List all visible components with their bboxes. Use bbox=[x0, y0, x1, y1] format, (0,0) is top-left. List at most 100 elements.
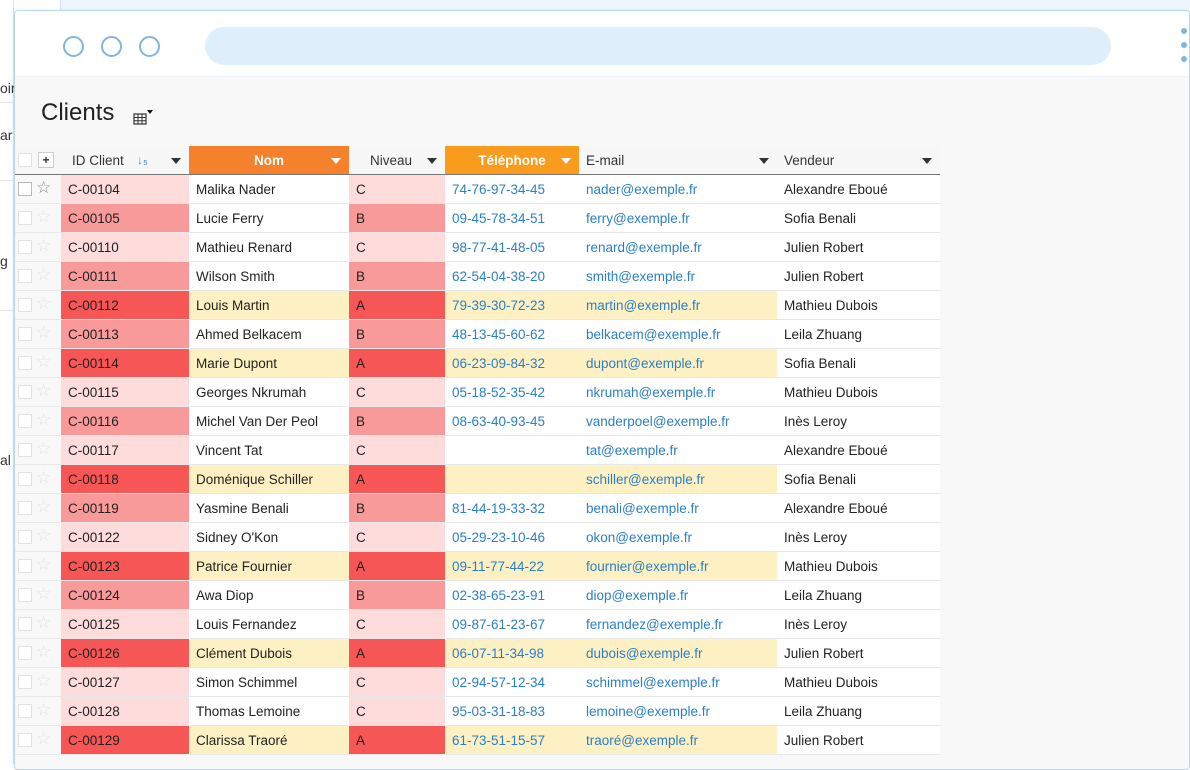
column-header-vendeur[interactable]: Vendeur bbox=[777, 146, 940, 175]
star-icon[interactable]: ☆ bbox=[36, 439, 51, 459]
cell-email[interactable]: dubois@exemple.fr bbox=[579, 639, 777, 668]
star-icon[interactable]: ☆ bbox=[36, 381, 51, 401]
window-close-button[interactable] bbox=[63, 36, 84, 57]
cell-telephone[interactable]: 09-11-77-44-22 bbox=[445, 552, 579, 581]
table-row[interactable]: ☆ C-00111 Wilson Smith B 62-54-04-38-20 smith… bbox=[15, 262, 955, 291]
star-icon[interactable]: ☆ bbox=[36, 700, 51, 720]
row-checkbox[interactable] bbox=[18, 269, 32, 283]
row-checkbox[interactable] bbox=[18, 472, 32, 486]
star-icon[interactable]: ☆ bbox=[36, 729, 51, 749]
cell-telephone[interactable]: 79-39-30-72-23 bbox=[445, 291, 579, 320]
cell-email[interactable]: lemoine@exemple.fr bbox=[579, 697, 777, 726]
add-row-button[interactable]: + bbox=[38, 152, 54, 168]
star-icon[interactable]: ☆ bbox=[36, 671, 51, 691]
sort-ascending-icon[interactable]: ↓₅ bbox=[137, 146, 148, 175]
table-row[interactable]: ☆ C-00114 Marie Dupont A 06-23-09-84-32 dupon… bbox=[15, 349, 955, 378]
cell-telephone[interactable]: 95-03-31-18-83 bbox=[445, 697, 579, 726]
cell-telephone[interactable]: 06-07-11-34-98 bbox=[445, 639, 579, 668]
column-header-niveau[interactable]: Niveau bbox=[349, 146, 445, 175]
row-checkbox[interactable] bbox=[18, 704, 32, 718]
table-row[interactable]: ☆ C-00123 Patrice Fournier A 09-11-77-44-22 f… bbox=[15, 552, 955, 581]
table-row[interactable]: ☆ C-00110 Mathieu Renard C 98-77-41-48-05 ren… bbox=[15, 233, 955, 262]
table-view-icon[interactable] bbox=[133, 109, 153, 125]
cell-email[interactable]: schiller@exemple.fr bbox=[579, 465, 777, 494]
star-icon[interactable]: ☆ bbox=[36, 526, 51, 546]
table-row[interactable]: ☆ C-00122 Sidney O'Kon C 05-29-23-10-46 okon@… bbox=[15, 523, 955, 552]
cell-email[interactable]: tat@exemple.fr bbox=[579, 436, 777, 465]
table-row[interactable]: ☆ C-00116 Michel Van Der Peol B 08-63-40-93-… bbox=[15, 407, 955, 436]
cell-email[interactable]: traoré@exemple.fr bbox=[579, 726, 777, 755]
star-icon[interactable]: ☆ bbox=[36, 497, 51, 517]
table-row[interactable]: ☆ C-00129 Clarissa Traoré A 61-73-51-15-57 tr… bbox=[15, 726, 955, 755]
cell-email[interactable]: nkrumah@exemple.fr bbox=[579, 378, 777, 407]
row-checkbox[interactable] bbox=[18, 414, 32, 428]
cell-telephone[interactable] bbox=[445, 465, 579, 494]
row-checkbox[interactable] bbox=[18, 385, 32, 399]
select-all-checkbox[interactable] bbox=[18, 153, 32, 167]
cell-telephone[interactable]: 02-38-65-23-91 bbox=[445, 581, 579, 610]
cell-email[interactable]: martin@exemple.fr bbox=[579, 291, 777, 320]
row-checkbox[interactable] bbox=[18, 733, 32, 747]
table-row[interactable]: ☆ C-00115 Georges Nkrumah C 05-18-52-35-42 nk… bbox=[15, 378, 955, 407]
star-icon[interactable]: ☆ bbox=[36, 178, 51, 198]
cell-email[interactable]: fournier@exemple.fr bbox=[579, 552, 777, 581]
cell-telephone[interactable]: 48-13-45-60-62 bbox=[445, 320, 579, 349]
cell-telephone[interactable] bbox=[445, 436, 579, 465]
table-row[interactable]: ☆ C-00125 Louis Fernandez C 09-87-61-23-67 fe… bbox=[15, 610, 955, 639]
table-row[interactable]: ☆ C-00104 Malika Nader C 74-76-97-34-45 nader… bbox=[15, 175, 955, 204]
row-checkbox[interactable] bbox=[18, 356, 32, 370]
table-row[interactable]: ☆ C-00124 Awa Diop B 02-38-65-23-91 diop@exem… bbox=[15, 581, 955, 610]
cell-telephone[interactable]: 61-73-51-15-57 bbox=[445, 726, 579, 755]
cell-email[interactable]: smith@exemple.fr bbox=[579, 262, 777, 291]
table-row[interactable]: ☆ C-00127 Simon Schimmel C 02-94-57-12-34 sch… bbox=[15, 668, 955, 697]
chevron-down-icon[interactable] bbox=[561, 158, 571, 164]
table-row[interactable]: ☆ C-00112 Louis Martin A 79-39-30-72-23 marti… bbox=[15, 291, 955, 320]
chevron-down-icon[interactable] bbox=[331, 158, 341, 164]
row-checkbox[interactable] bbox=[18, 646, 32, 660]
chevron-down-icon[interactable] bbox=[922, 158, 932, 164]
row-checkbox[interactable] bbox=[18, 327, 32, 341]
star-icon[interactable]: ☆ bbox=[36, 642, 51, 662]
cell-email[interactable]: fernandez@exemple.fr bbox=[579, 610, 777, 639]
row-checkbox[interactable] bbox=[18, 588, 32, 602]
chevron-down-icon[interactable] bbox=[427, 158, 437, 164]
cell-email[interactable]: belkacem@exemple.fr bbox=[579, 320, 777, 349]
star-icon[interactable]: ☆ bbox=[36, 613, 51, 633]
row-checkbox[interactable] bbox=[18, 298, 32, 312]
star-icon[interactable]: ☆ bbox=[36, 265, 51, 285]
row-checkbox[interactable] bbox=[18, 240, 32, 254]
cell-email[interactable]: ferry@exemple.fr bbox=[579, 204, 777, 233]
star-icon[interactable]: ☆ bbox=[36, 207, 51, 227]
column-header-email[interactable]: E-mail bbox=[579, 146, 777, 175]
star-icon[interactable]: ☆ bbox=[36, 410, 51, 430]
chevron-down-icon[interactable] bbox=[759, 158, 769, 164]
cell-telephone[interactable]: 05-18-52-35-42 bbox=[445, 378, 579, 407]
table-row[interactable]: ☆ C-00128 Thomas Lemoine C 95-03-31-18-83 lem… bbox=[15, 697, 955, 726]
cell-email[interactable]: diop@exemple.fr bbox=[579, 581, 777, 610]
column-header-nom[interactable]: Nom bbox=[189, 146, 349, 175]
row-checkbox[interactable] bbox=[18, 501, 32, 515]
star-icon[interactable]: ☆ bbox=[36, 294, 51, 314]
row-checkbox[interactable] bbox=[18, 211, 32, 225]
table-row[interactable]: ☆ C-00117 Vincent Tat Ctat@exemple.fr Alexan… bbox=[15, 436, 955, 465]
row-checkbox[interactable] bbox=[18, 530, 32, 544]
table-row[interactable]: ☆ C-00113 Ahmed Belkacem B 48-13-45-60-62 bel… bbox=[15, 320, 955, 349]
cell-telephone[interactable]: 08-63-40-93-45 bbox=[445, 407, 579, 436]
row-checkbox[interactable] bbox=[18, 617, 32, 631]
cell-telephone[interactable]: 62-54-04-38-20 bbox=[445, 262, 579, 291]
cell-telephone[interactable]: 81-44-19-33-32 bbox=[445, 494, 579, 523]
cell-email[interactable]: okon@exemple.fr bbox=[579, 523, 777, 552]
cell-telephone[interactable]: 02-94-57-12-34 bbox=[445, 668, 579, 697]
star-icon[interactable]: ☆ bbox=[36, 584, 51, 604]
star-icon[interactable]: ☆ bbox=[36, 352, 51, 372]
cell-email[interactable]: vanderpoel@exemple.fr bbox=[579, 407, 777, 436]
cell-telephone[interactable]: 05-29-23-10-46 bbox=[445, 523, 579, 552]
column-header-id[interactable]: ID Client ↓₅ bbox=[61, 146, 189, 175]
row-checkbox[interactable] bbox=[18, 443, 32, 457]
window-maximize-button[interactable] bbox=[139, 36, 160, 57]
cell-telephone[interactable]: 09-45-78-34-51 bbox=[445, 204, 579, 233]
cell-telephone[interactable]: 98-77-41-48-05 bbox=[445, 233, 579, 262]
cell-email[interactable]: benali@exemple.fr bbox=[579, 494, 777, 523]
table-row[interactable]: ☆ C-00118 Doménique Schiller Aschiller@exem… bbox=[15, 465, 955, 494]
star-icon[interactable]: ☆ bbox=[36, 555, 51, 575]
